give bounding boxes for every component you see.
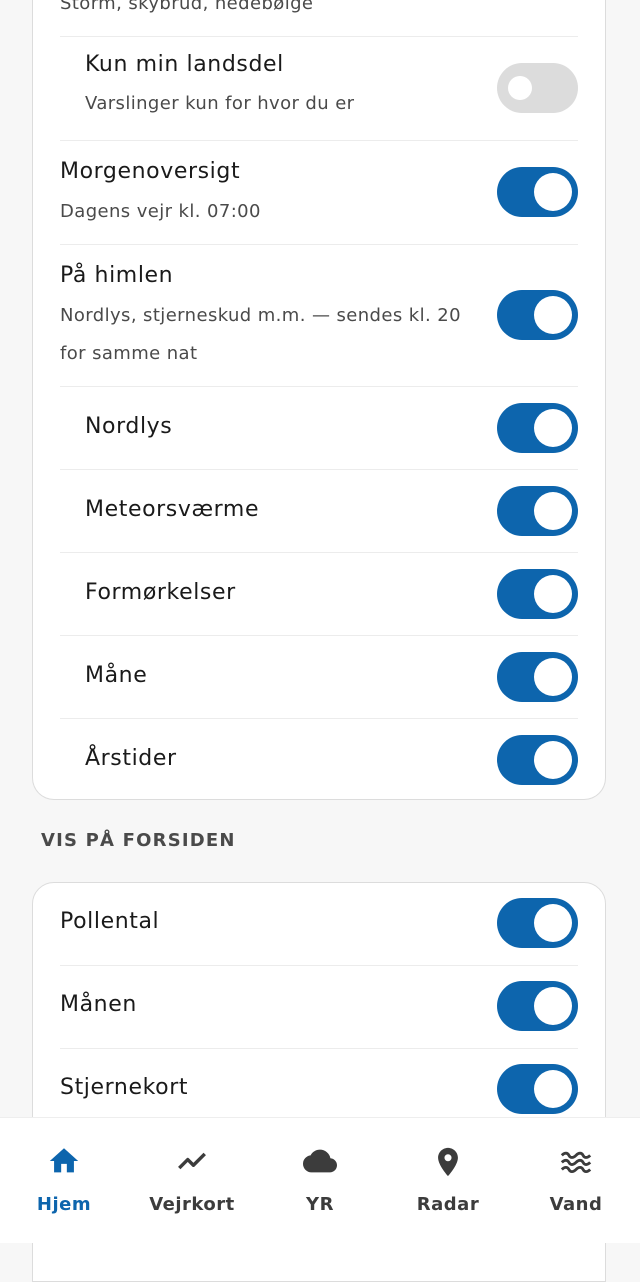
toggle-knob bbox=[534, 575, 572, 613]
nav-item-yr[interactable]: YR bbox=[256, 1118, 384, 1243]
nav-label: Vejrkort bbox=[149, 1194, 235, 1215]
settings-row-moon[interactable]: Måne bbox=[60, 635, 578, 719]
eclipses-toggle[interactable] bbox=[497, 569, 578, 619]
toggle-knob bbox=[534, 173, 572, 211]
row-title: Meteorsværme bbox=[85, 497, 260, 522]
row-title: Morgenoversigt bbox=[60, 159, 241, 184]
cloud-icon bbox=[303, 1149, 337, 1173]
settings-row-seasons[interactable]: Årstider bbox=[60, 718, 578, 800]
seasons-toggle[interactable] bbox=[497, 735, 578, 785]
settings-row-moon-front[interactable]: Månen bbox=[60, 965, 578, 1049]
settings-row-meteor-showers[interactable]: Meteorsværme bbox=[60, 469, 578, 553]
toggle-knob bbox=[534, 987, 572, 1025]
toggle-knob bbox=[534, 741, 572, 779]
row-title: Årstider bbox=[85, 746, 177, 771]
settings-row-pollen[interactable]: Pollental bbox=[60, 883, 578, 966]
row-title: Kun min landsdel bbox=[85, 52, 284, 77]
toggle-knob bbox=[534, 658, 572, 696]
nav-label: Radar bbox=[416, 1194, 480, 1215]
trend-line-icon bbox=[178, 1152, 206, 1170]
row-title: På himlen bbox=[60, 263, 174, 288]
meteor-showers-toggle[interactable] bbox=[497, 486, 578, 536]
settings-row-in-the-sky[interactable]: På himlen Nordlys, stjerneskud m.m. — se… bbox=[60, 244, 578, 387]
nav-label: YR bbox=[306, 1194, 334, 1215]
row-title: Formørkelser bbox=[85, 580, 236, 605]
aurora-toggle[interactable] bbox=[497, 403, 578, 453]
settings-row-region-only[interactable]: Kun min landsdel Varslinger kun for hvor… bbox=[60, 36, 578, 141]
settings-row-morning-overview[interactable]: Morgenoversigt Dagens vejr kl. 07:00 bbox=[60, 140, 578, 245]
severe-weather-subtitle: Storm, skybrud, hedebølge bbox=[60, 0, 314, 14]
nav-item-weather-map[interactable]: Vejrkort bbox=[128, 1118, 256, 1243]
nav-label: Vand bbox=[549, 1194, 603, 1215]
nav-item-radar[interactable]: Radar bbox=[384, 1118, 512, 1243]
toggle-knob bbox=[534, 492, 572, 530]
morning-overview-toggle[interactable] bbox=[497, 167, 578, 217]
pollen-toggle[interactable] bbox=[497, 898, 578, 948]
row-subtitle: Dagens vejr kl. 07:00 bbox=[60, 201, 261, 222]
nav-item-home[interactable]: Hjem bbox=[0, 1118, 128, 1243]
settings-row-severe-weather[interactable]: Storm, skybrud, hedebølge bbox=[60, 0, 578, 37]
row-title: Pollental bbox=[60, 909, 160, 934]
row-title: Nordlys bbox=[85, 414, 173, 439]
location-pin-icon bbox=[438, 1147, 458, 1177]
region-only-toggle[interactable] bbox=[497, 63, 578, 113]
toggle-knob bbox=[534, 409, 572, 447]
toggle-knob bbox=[534, 296, 572, 334]
row-title: Måne bbox=[85, 663, 148, 688]
toggle-knob bbox=[508, 76, 532, 100]
alerts-settings-card: Storm, skybrud, hedebølge Kun min landsd… bbox=[32, 0, 606, 800]
settings-row-aurora[interactable]: Nordlys bbox=[60, 386, 578, 470]
row-subtitle: Varslinger kun for hvor du er bbox=[85, 93, 355, 114]
moon-front-toggle[interactable] bbox=[497, 981, 578, 1031]
row-subtitle: Nordlys, stjerneskud m.m. — sendes kl. 2… bbox=[60, 305, 461, 364]
in-the-sky-toggle[interactable] bbox=[497, 290, 578, 340]
waves-icon bbox=[560, 1151, 592, 1174]
section-header-front-page: VIS PÅ FORSIDEN bbox=[41, 830, 236, 851]
toggle-knob bbox=[534, 904, 572, 942]
settings-row-eclipses[interactable]: Formørkelser bbox=[60, 552, 578, 636]
home-icon bbox=[49, 1148, 79, 1173]
moon-toggle[interactable] bbox=[497, 652, 578, 702]
toggle-knob bbox=[534, 1070, 572, 1108]
bottom-navigation: Hjem Vejrkort YR Radar Vand bbox=[0, 1118, 640, 1243]
nav-label: Hjem bbox=[36, 1194, 92, 1215]
row-title: Stjernekort bbox=[60, 1075, 189, 1100]
row-title: Månen bbox=[60, 992, 137, 1017]
nav-item-water[interactable]: Vand bbox=[512, 1118, 640, 1243]
star-map-toggle[interactable] bbox=[497, 1064, 578, 1114]
